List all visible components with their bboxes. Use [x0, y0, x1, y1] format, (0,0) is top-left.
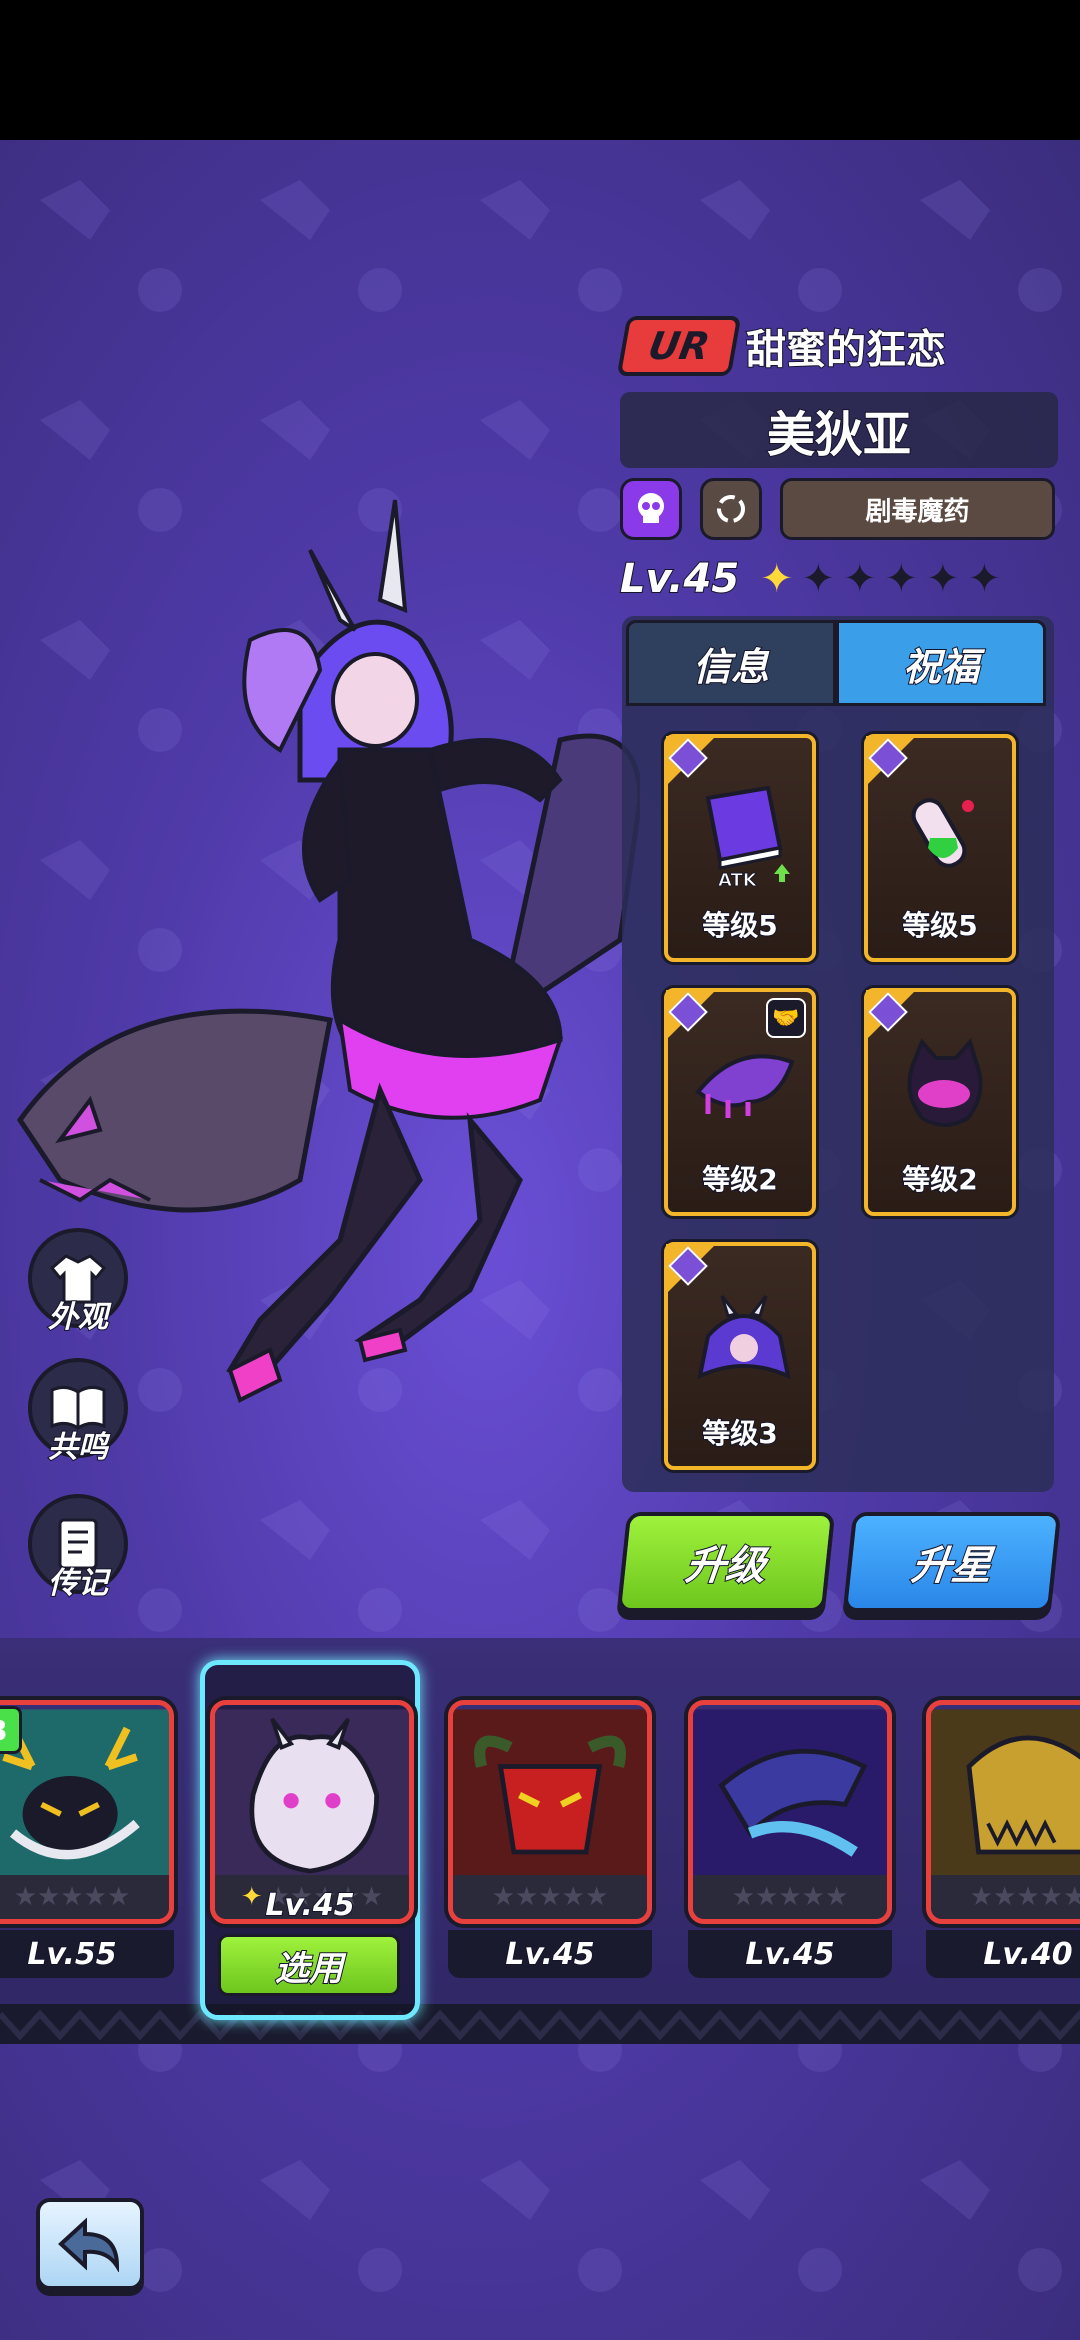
blessing-level: 等级5: [901, 908, 978, 943]
rarity-badge: UR: [616, 316, 742, 376]
character-title: 甜蜜的狂恋: [745, 326, 947, 374]
roster-card[interactable]: ★★★★★: [0, 1700, 174, 1924]
card-level: Lv.45: [264, 1887, 355, 1924]
back-button[interactable]: [36, 2198, 144, 2290]
star-empty-icon: ✦: [967, 556, 1002, 602]
element-tag[interactable]: 剧毒魔药: [780, 478, 1055, 540]
blessing-level: 等级3: [701, 1416, 778, 1451]
roster-card[interactable]: ★★★★★: [688, 1700, 892, 1924]
tab-info[interactable]: 信息: [626, 620, 836, 706]
atk-book-icon: ATK: [705, 785, 790, 888]
card-level: Lv.40: [926, 1930, 1080, 1978]
tab-blessing[interactable]: 祝福: [836, 620, 1046, 706]
star-empty-icon: ✦: [884, 556, 919, 602]
resonance-label: 共鸣: [47, 1429, 109, 1466]
back-arrow-icon: [58, 2217, 120, 2272]
star-empty-icon: ✦: [926, 556, 960, 602]
blessing-slot[interactable]: 等级5: [864, 734, 1016, 962]
blessing-panel: 信息 祝福 ATK 等级5 等级5 🤝 等级2 等级2 等级3: [622, 616, 1054, 1492]
card-level: Lv.45: [688, 1930, 892, 1978]
dark-cat-mask-icon: [907, 1037, 983, 1127]
blessing-level: 等级2: [701, 1162, 778, 1197]
card-stars: ★★★★★: [931, 1875, 1080, 1919]
roster-card[interactable]: ★★★★★: [448, 1700, 652, 1924]
antlered-bird-portrait: [0, 1709, 169, 1881]
character-name: 美狄亚: [620, 392, 1058, 468]
red-horned-demon-portrait: [453, 1709, 647, 1881]
blessing-slot[interactable]: 等级2: [864, 988, 1016, 1216]
star-filled-icon: ✦: [760, 556, 794, 602]
count-badge: 3: [0, 1706, 22, 1754]
cycle-icon[interactable]: [700, 478, 762, 540]
character-level: Lv.45: [619, 555, 740, 603]
status-bar: [0, 0, 1080, 140]
star-empty-icon: ✦: [843, 556, 877, 602]
card-level: Lv.55: [0, 1930, 174, 1978]
white-dragon-ghost-portrait: [215, 1709, 409, 1881]
star-up-button[interactable]: 升星: [842, 1512, 1062, 1612]
horned-hood-icon: [697, 1295, 791, 1380]
blessing-slot[interactable]: 等级3: [664, 1242, 816, 1470]
star-empty-icon: ✦: [801, 556, 836, 602]
blessing-slot[interactable]: 🤝 等级2: [664, 988, 816, 1216]
select-button[interactable]: 选用: [218, 1934, 400, 1996]
blessing-level: 等级2: [901, 1162, 978, 1197]
roster-card[interactable]: ★★★★★: [926, 1700, 1080, 1924]
upgrade-button[interactable]: 升级: [616, 1512, 836, 1612]
card-stars: ★★★★★: [453, 1875, 647, 1919]
bat-wing-icon: [695, 1054, 795, 1118]
blessing-level: 等级5: [701, 908, 778, 943]
potion-icon: [911, 798, 974, 868]
atk-caption: ATK: [718, 870, 758, 888]
card-stars: ★★★★★: [0, 1875, 169, 1919]
biography-label: 传记: [47, 1565, 109, 1602]
blessing-slot[interactable]: ATK 等级5: [664, 734, 816, 962]
roster-edge: [0, 2004, 1080, 2044]
blue-dragon-portrait: [693, 1709, 887, 1881]
card-stars: ★★★★★: [693, 1875, 887, 1919]
appearance-label: 外观: [47, 1299, 109, 1336]
star-rating: ✦ ✦ ✦ ✦ ✦ ✦: [760, 552, 1060, 606]
card-level: Lv.45: [448, 1930, 652, 1978]
skull-icon[interactable]: [620, 478, 682, 540]
gold-skull-portrait: [931, 1709, 1080, 1881]
